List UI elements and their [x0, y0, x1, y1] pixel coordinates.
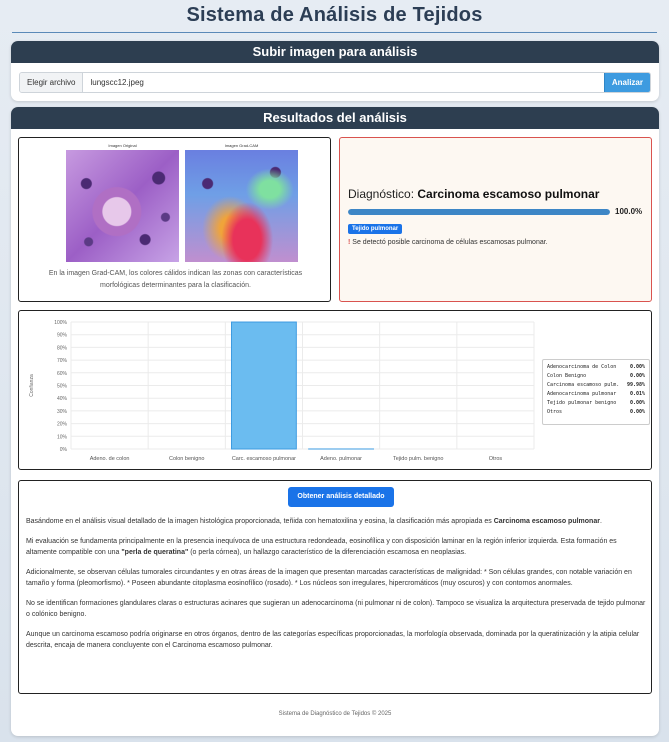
y-tick-label: 70%: [57, 358, 68, 364]
legend-row: Adenocarcinoma de Colon 0.00%: [547, 363, 645, 372]
detail-paragraph: Aunque un carcinoma escamoso podría orig…: [26, 631, 640, 649]
legend-value: 0.00%: [629, 364, 645, 370]
legend-label: Carcinoma escamoso pulm.: [547, 382, 620, 388]
y-axis-label: Confianza: [29, 374, 35, 397]
diagnosis-title: Diagnóstico: Carcinoma escamoso pulmonar: [348, 187, 599, 201]
y-tick-label: 80%: [57, 345, 68, 351]
confidence-label: 100.0%: [615, 207, 643, 216]
results-card: Resultados del análisis Imagen Original …: [11, 107, 659, 736]
legend-label: Otros: [547, 409, 563, 415]
chart-panel: 0% 10% 20% 30% 40% 50% 60% 70% 80% 90% 100% Confian…: [18, 310, 652, 470]
y-tick-label: 30%: [57, 409, 68, 415]
y-tick-label: 0%: [60, 447, 68, 453]
y-tick-label: 10%: [57, 434, 68, 440]
x-tick-label: Adeno. de colon: [90, 456, 130, 462]
detail-p2-bold: "perla de queratina": [121, 549, 189, 556]
upload-card: Subir imagen para análisis Elegir archiv…: [11, 41, 659, 101]
y-tick-label: 60%: [57, 371, 68, 377]
warning-message: ! Se detectó posible carcinoma de célula…: [348, 239, 548, 246]
detailed-analysis-button[interactable]: Obtener análisis detallado: [288, 487, 394, 507]
gradcam-note: En la imagen Grad-CAM, los colores cálid…: [48, 270, 303, 289]
detail-p2-end: (o perla córnea), un hallazgo caracterís…: [188, 549, 467, 556]
legend-label: Tejido pulmonar benigno: [547, 400, 617, 406]
analyze-button[interactable]: Analizar: [603, 73, 650, 92]
detail-text: Basándome en el análisis visual detallad…: [26, 516, 646, 660]
page-title: Sistema de Análisis de Tejidos: [186, 4, 483, 26]
warning-text: Se detectó posible carcinoma de células …: [350, 239, 548, 246]
selected-file-name: lungscc12.jpeg: [90, 78, 144, 87]
confidence-bar: [348, 209, 610, 215]
title-divider: [12, 32, 657, 33]
gradcam-image-label: Imagen Grad-CAM: [224, 143, 259, 148]
original-image-label: Imagen Original: [108, 143, 137, 148]
gradcam-image: [185, 150, 298, 262]
footer: Sistema de Diagnóstico de Tejidos © 2025: [278, 711, 392, 717]
legend-row: Colon Benigno 0.00%: [547, 372, 645, 381]
image-panel: Imagen Original Imagen Grad-CAM En la im…: [18, 137, 331, 302]
legend-value: 99.98%: [626, 382, 645, 388]
legend-row: Carcinoma escamoso pulm. 99.98%: [547, 381, 645, 390]
y-tick-label: 90%: [57, 333, 68, 339]
legend-label: Colon Benigno: [547, 373, 587, 379]
x-tick-label: Carc. escamoso pulmonar: [232, 456, 296, 462]
legend-row: Adenocarcinoma pulmonar 0.01%: [547, 390, 645, 399]
detail-paragraph: Mi evaluación se fundamenta principalmen…: [26, 536, 646, 558]
legend-value: 0.00%: [629, 373, 645, 379]
detail-paragraph: Adicionalmente, se observan células tumo…: [26, 569, 632, 587]
detail-panel: Obtener análisis detallado Basándome en …: [18, 480, 652, 694]
diagnosis-panel: Diagnóstico: Carcinoma escamoso pulmonar…: [339, 137, 652, 302]
confidence-chart: 0% 10% 20% 30% 40% 50% 60% 70% 80% 90% 100% Confian…: [29, 320, 535, 462]
confidence-bar-fill: [348, 209, 610, 215]
x-tick-label: Tejido pulm. benigno: [393, 456, 443, 462]
x-tick-label: Colon benigno: [169, 456, 204, 462]
tissue-tag: Tejido pulmonar: [348, 224, 403, 234]
y-tick-label: 50%: [57, 384, 68, 390]
detail-paragraph: Basándome en el análisis visual detallad…: [26, 516, 646, 527]
original-image: [66, 150, 179, 262]
detail-p1-text: Basándome en el análisis visual detallad…: [26, 518, 494, 525]
legend-label: Adenocarcinoma pulmonar: [547, 391, 617, 397]
results-header: Resultados del análisis: [11, 107, 659, 129]
file-input[interactable]: Elegir archivo lungscc12.jpeg Analizar: [19, 72, 651, 93]
detail-p1-bold: Carcinoma escamoso pulmonar: [493, 518, 600, 525]
legend-row: Tejido pulmonar benigno 0.00%: [547, 399, 645, 408]
legend-value: 0.00%: [629, 400, 645, 406]
y-tick-label: 40%: [57, 396, 68, 402]
legend-value: 0.00%: [629, 409, 645, 415]
diagnosis-prefix: Diagnóstico:: [348, 187, 415, 201]
legend-label: Adenocarcinoma de Colon: [547, 364, 617, 370]
detail-p1-end: .: [599, 518, 602, 525]
x-tick-label: Adeno. pulmonar: [320, 456, 362, 462]
legend-value: 0.01%: [629, 391, 645, 397]
diagnosis-value: Carcinoma escamoso pulmonar: [417, 187, 600, 201]
detail-paragraph: No se identifican formaciones glandulare…: [26, 600, 646, 618]
probability-legend: Adenocarcinoma de Colon 0.00% Colon Benign…: [542, 359, 650, 425]
choose-file-button[interactable]: Elegir archivo: [20, 73, 84, 92]
x-tick-label: Otros: [489, 456, 503, 462]
y-tick-label: 100%: [54, 320, 67, 326]
bar: [231, 321, 297, 450]
legend-row: Otros 0.00%: [547, 408, 645, 417]
y-tick-label: 20%: [57, 422, 68, 428]
upload-header: Subir imagen para análisis: [11, 41, 659, 63]
